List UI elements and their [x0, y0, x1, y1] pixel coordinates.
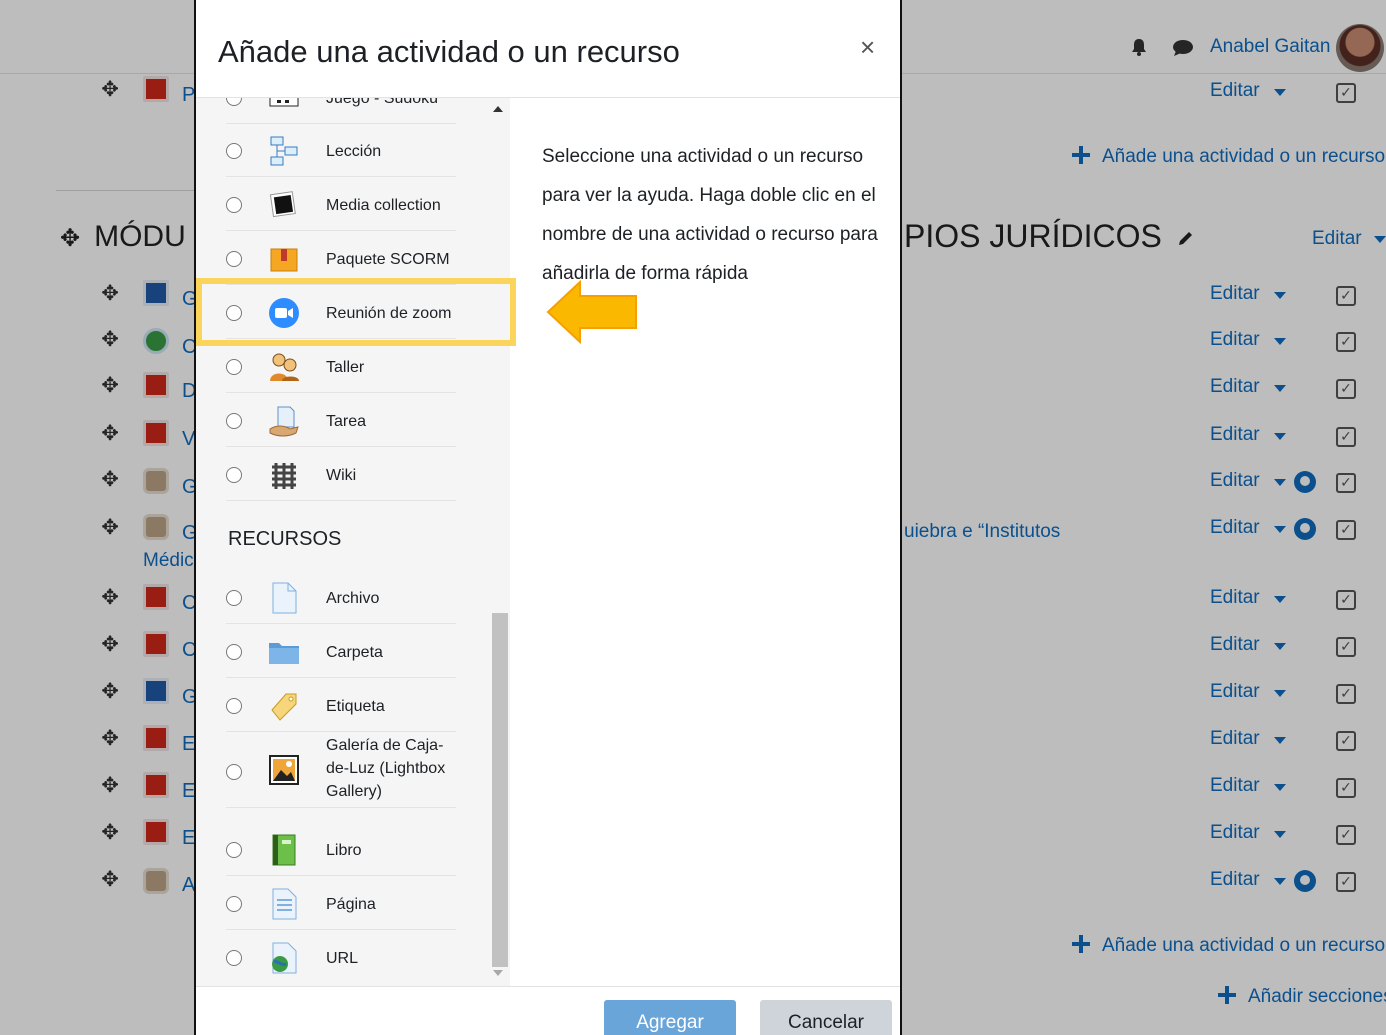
cancel-button[interactable]: Cancelar	[760, 1000, 892, 1035]
modal-footer-divider	[196, 986, 900, 987]
radio-button[interactable]	[226, 467, 242, 483]
scroll-up-icon[interactable]	[493, 106, 503, 112]
radio-button[interactable]	[226, 698, 242, 714]
option-lesson[interactable]: Lección	[226, 125, 456, 177]
option-media-collection[interactable]: Media collection	[226, 179, 456, 231]
book-icon	[272, 834, 296, 866]
option-label[interactable]: Libro	[326, 840, 362, 862]
workshop-icon	[270, 353, 299, 381]
radio-button[interactable]	[226, 413, 242, 429]
option-label[interactable]: Taller	[326, 357, 364, 379]
radio-button[interactable]	[226, 764, 242, 780]
url-icon	[272, 942, 297, 974]
option-workshop[interactable]: Taller	[226, 341, 456, 393]
option-label[interactable]: Carpeta	[326, 642, 383, 664]
option-book[interactable]: Libro	[226, 824, 456, 876]
file-icon	[272, 582, 297, 614]
option-assignment[interactable]: Tarea	[226, 395, 456, 447]
scroll-down-icon[interactable]	[493, 970, 503, 976]
activity-option-list[interactable]: Juego - Sudoku Lección Media collection	[196, 98, 510, 986]
option-label[interactable]: Paquete SCORM	[326, 249, 450, 271]
option-label-tag[interactable]: Etiqueta	[226, 680, 456, 732]
radio-button[interactable]	[226, 98, 242, 106]
option-label[interactable]: Lección	[326, 141, 381, 163]
option-url[interactable]: URL	[226, 932, 456, 984]
lesson-icon	[270, 136, 298, 166]
scorm-package-icon	[270, 248, 298, 272]
page-icon	[272, 888, 297, 920]
sudoku-icon	[269, 98, 299, 107]
highlight-box	[196, 278, 516, 346]
radio-button[interactable]	[226, 197, 242, 213]
option-file[interactable]: Archivo	[226, 572, 456, 624]
resources-heading: RECURSOS	[228, 528, 342, 550]
option-label[interactable]: Juego - Sudoku	[326, 98, 438, 110]
radio-button[interactable]	[226, 143, 242, 159]
gallery-icon	[269, 755, 299, 785]
option-wiki[interactable]: Wiki	[226, 449, 456, 501]
option-label[interactable]: Archivo	[326, 588, 379, 610]
option-label[interactable]: URL	[326, 948, 358, 970]
option-label[interactable]: Media collection	[326, 195, 441, 217]
add-button[interactable]: Agregar	[604, 1000, 736, 1035]
scrollbar-thumb[interactable]	[492, 613, 508, 967]
help-text: Seleccione una actividad o un recurso pa…	[542, 146, 878, 284]
option-label[interactable]: Tarea	[326, 411, 366, 433]
option-label[interactable]: Galería de Caja-de-Luz (Lightbox Gallery…	[326, 734, 456, 803]
radio-button[interactable]	[226, 359, 242, 375]
option-label[interactable]: Etiqueta	[326, 696, 385, 718]
assignment-icon	[269, 406, 299, 437]
radio-button[interactable]	[226, 590, 242, 606]
label-tag-icon	[271, 693, 297, 721]
close-icon[interactable]: ×	[860, 34, 875, 60]
option-folder[interactable]: Carpeta	[226, 626, 456, 678]
option-list-scrollbar[interactable]	[490, 102, 508, 982]
radio-button[interactable]	[226, 950, 242, 966]
activity-chooser-modal: Añade una actividad o un recurso × Juego…	[194, 0, 902, 1035]
arrow-left-icon	[546, 280, 637, 344]
option-lightbox-gallery[interactable]: Galería de Caja-de-Luz (Lightbox Gallery…	[226, 734, 456, 808]
radio-button[interactable]	[226, 842, 242, 858]
option-label[interactable]: Página	[326, 894, 376, 916]
option-page[interactable]: Página	[226, 878, 456, 930]
radio-button[interactable]	[226, 896, 242, 912]
option-label[interactable]: Wiki	[326, 465, 356, 487]
media-collection-icon	[269, 191, 296, 218]
radio-button[interactable]	[226, 644, 242, 660]
modal-title: Añade una actividad o un recurso	[218, 34, 680, 69]
option-sudoku[interactable]: Juego - Sudoku	[226, 98, 456, 124]
folder-icon	[269, 643, 299, 664]
wiki-icon	[272, 463, 296, 489]
radio-button[interactable]	[226, 251, 242, 267]
